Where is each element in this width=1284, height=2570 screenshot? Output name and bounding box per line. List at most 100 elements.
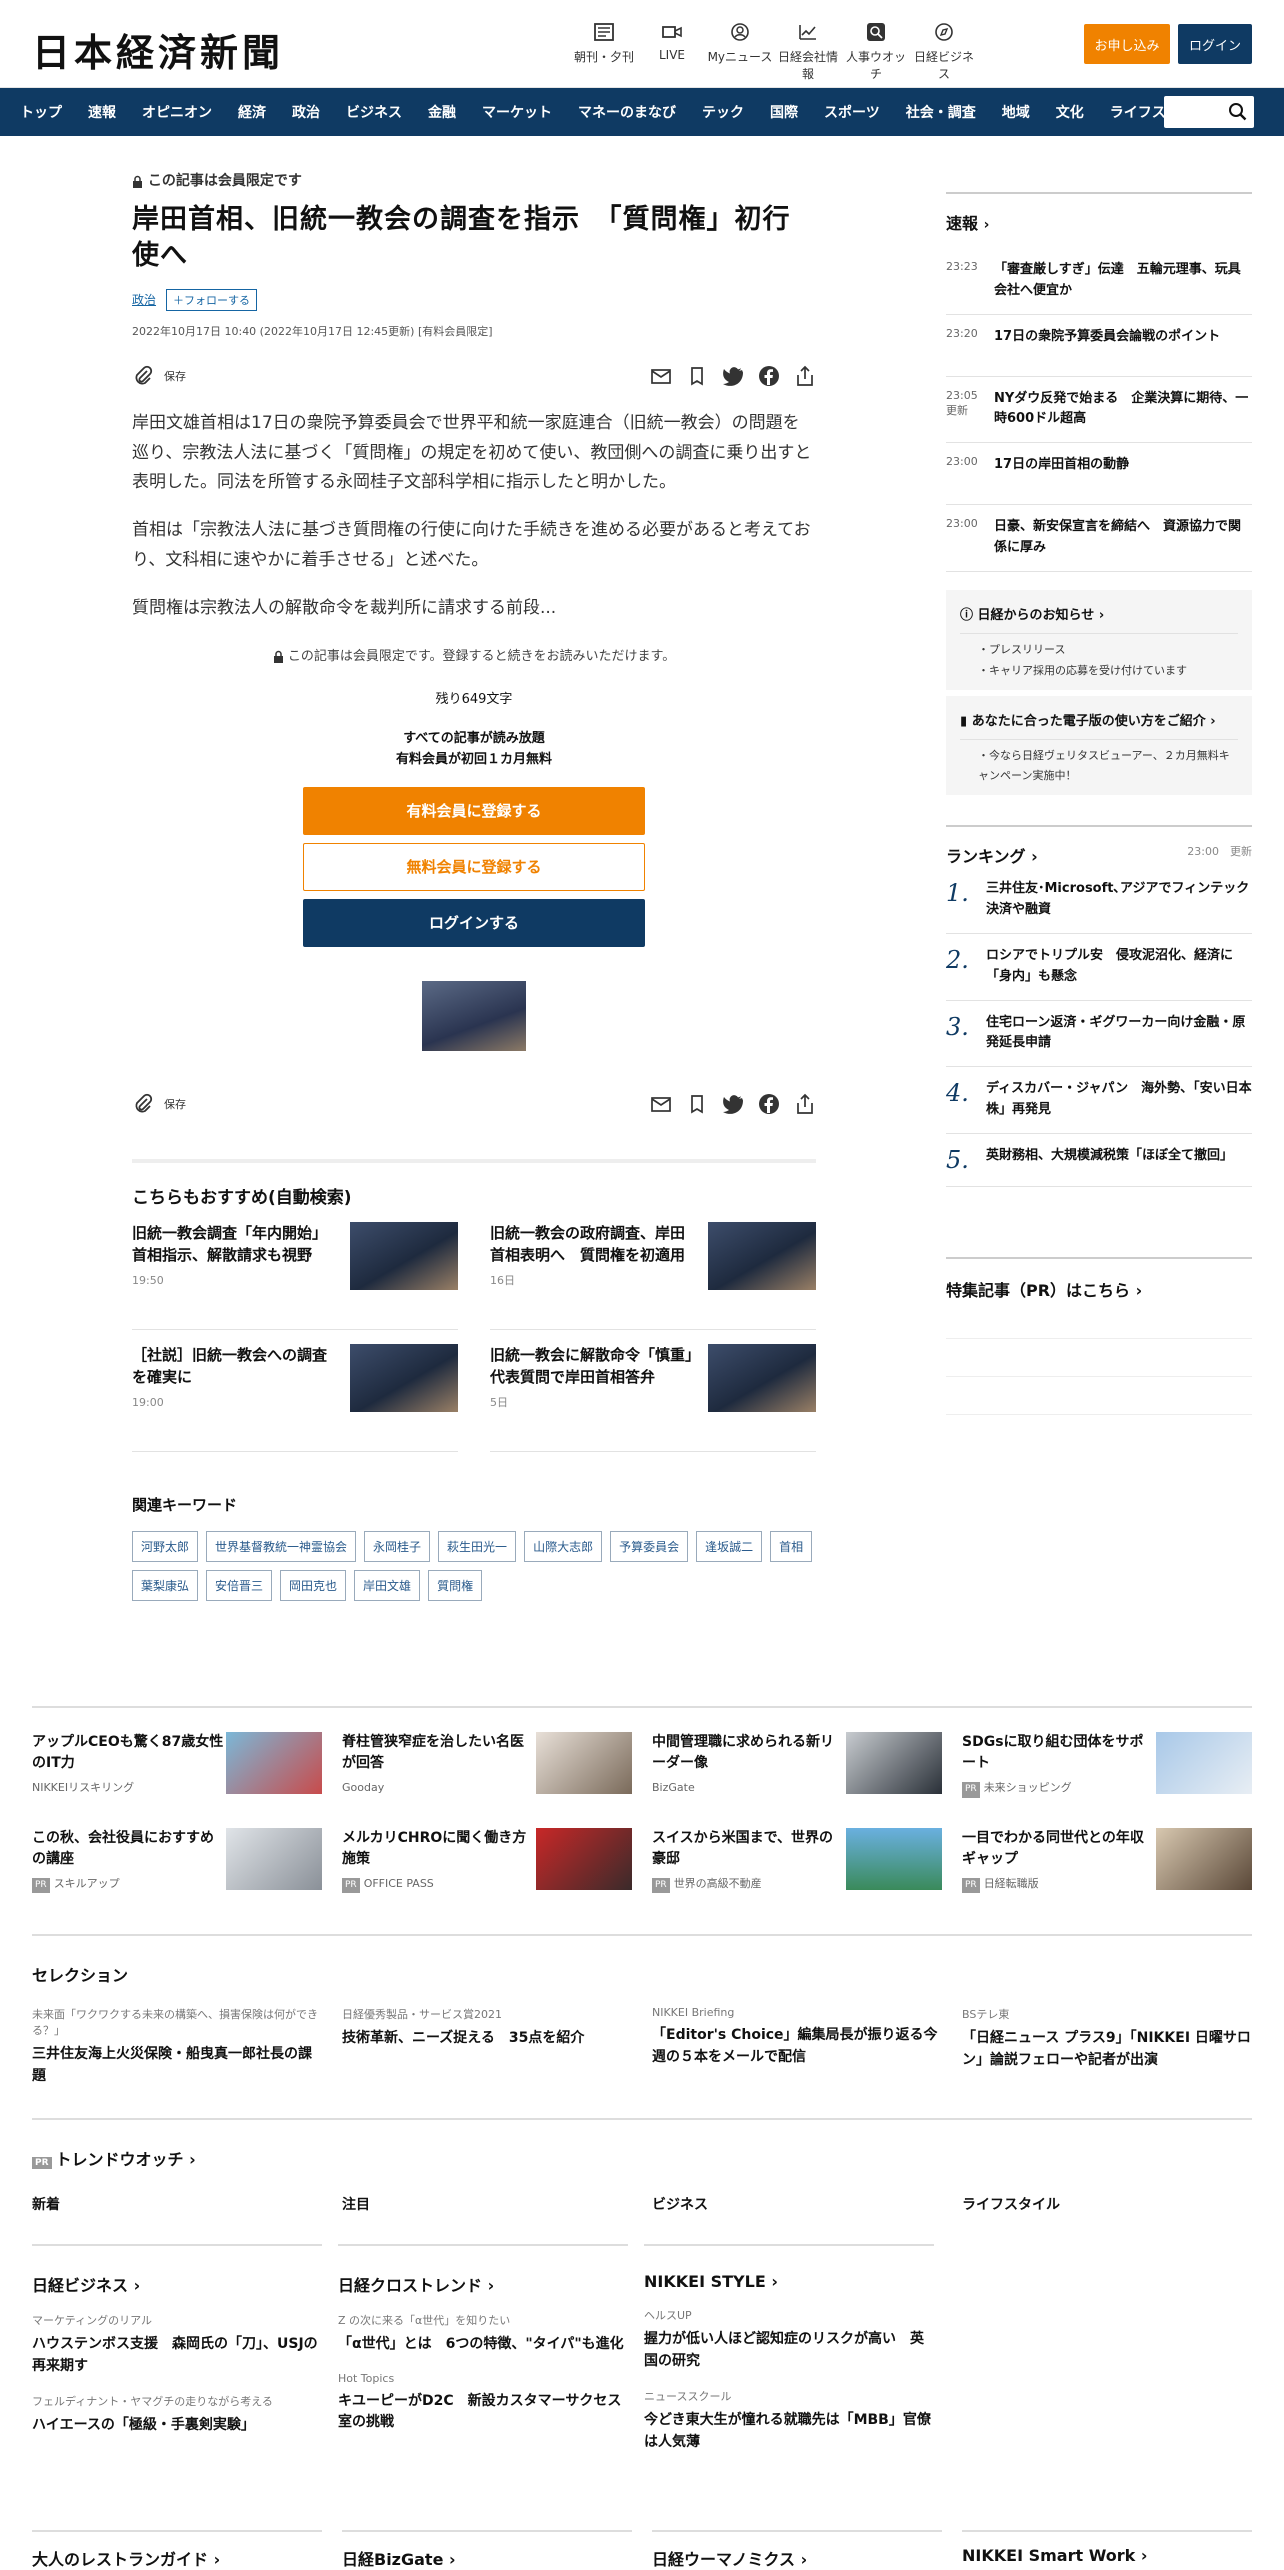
keyword-tag[interactable]: 山際大志郎 xyxy=(524,1530,603,1562)
media-item[interactable]: フェルディナント・ヤマグチの走りながら考える ハイエースの「極級・手裏剣実験」 xyxy=(32,2393,322,2437)
info-link[interactable]: キャリア採用の応募を受け付けています xyxy=(978,661,1238,682)
media-heading[interactable]: 日経クロストレンド › xyxy=(338,2272,628,2296)
trend-col[interactable]: 注目 xyxy=(342,2194,632,2214)
media-heading[interactable]: NIKKEI STYLE › xyxy=(644,2272,934,2291)
guide-link[interactable]: 今なら日経ヴェリタスビューアー、２カ月無料キャンペーン実施中！ xyxy=(978,746,1238,788)
bottom-link[interactable]: 日経ウーマノミクス › xyxy=(652,2530,942,2570)
media-item[interactable]: マーケティングのリアル ハウステンボス支援 森岡氏の「刀」、USJの再来期す xyxy=(32,2312,322,2377)
facebook-icon[interactable] xyxy=(758,1093,780,1115)
search-icon[interactable] xyxy=(1228,102,1248,122)
ad-item[interactable]: メルカリCHROに聞く働き方施策 PR OFFICE PASS xyxy=(342,1827,632,1893)
guide-heading[interactable]: ▮ あなたに合った電子版の使い方をご紹介 › xyxy=(960,710,1238,729)
pr-heading[interactable]: 特集記事（PR）はこちら › xyxy=(946,1256,1252,1301)
ad-item[interactable]: 一目でわかる同世代との年収ギャップ PR 日経転職版 xyxy=(962,1827,1252,1893)
recommend-item[interactable]: 旧統一教会の政府調査、岸田首相表明へ 質問権を初適用 16日 xyxy=(490,1221,816,1330)
article-login-button[interactable]: ログインする xyxy=(303,898,645,947)
breaking-item[interactable]: 23:00 日豪、新安保宣言を締結へ 資源協力で関係に厚み xyxy=(946,505,1252,572)
share-icon[interactable] xyxy=(794,1093,816,1115)
keyword-tag[interactable]: 葉梨康弘 xyxy=(132,1569,199,1601)
keyword-tag[interactable]: 萩生田光一 xyxy=(438,1530,517,1562)
free-register-button[interactable]: 無料会員に登録する xyxy=(303,842,645,891)
nav-item[interactable]: 国際 xyxy=(770,102,798,122)
recommend-item[interactable]: ［社説］旧統一教会への調査を確実に 19:00 xyxy=(132,1343,458,1452)
keyword-tag[interactable]: 岡田克也 xyxy=(280,1569,347,1601)
trend-heading[interactable]: PR トレンドウオッチ › xyxy=(32,2146,1252,2170)
mail-icon[interactable] xyxy=(650,365,672,387)
paid-register-button[interactable]: 有料会員に登録する xyxy=(303,786,645,835)
bottom-link[interactable]: NIKKEI Smart Work › xyxy=(962,2530,1252,2570)
info-heading[interactable]: ⓘ 日経からのお知らせ › xyxy=(960,604,1238,623)
share-icon[interactable] xyxy=(794,365,816,387)
memo-icon[interactable] xyxy=(686,1093,708,1115)
header-link-jinji[interactable]: 人事ウオッチ xyxy=(842,22,910,82)
header-link-company[interactable]: 日経会社情報 xyxy=(774,22,842,82)
twitter-icon[interactable] xyxy=(722,365,744,387)
nav-item[interactable]: オピニオン xyxy=(142,102,212,122)
selection-item[interactable]: NIKKEI Briefing 「Editor's Choice」編集局長が振り返… xyxy=(652,2006,942,2087)
breaking-item[interactable]: 23:20 17日の衆院予算委員会論戦のポイント xyxy=(946,315,1252,377)
trend-col[interactable]: 新着 xyxy=(32,2194,322,2214)
ad-item[interactable]: SDGsに取り組む団体をサポート PR 未来ショッピング xyxy=(962,1732,1252,1798)
ranking-item[interactable]: 1. 三井住友･Microsoft､アジアでフィンテック決済や融資 xyxy=(946,867,1252,934)
media-item[interactable]: Z の次に来る「α世代」を知りたい 「α世代」とは 6つの特徴、"タイパ"も進化 xyxy=(338,2312,628,2356)
paperclip-icon[interactable] xyxy=(132,1093,154,1115)
media-item[interactable]: ヘルスUP 握力が低い人ほど認知症のリスクが高い 英国の研究 xyxy=(644,2307,934,2372)
recommend-item[interactable]: 旧統一教会調査「年内開始」 首相指示、解散請求も視野 19:50 xyxy=(132,1221,458,1330)
keyword-tag[interactable]: 逢坂誠二 xyxy=(696,1530,763,1562)
subscribe-button[interactable]: お申し込み xyxy=(1084,24,1170,64)
bottom-link[interactable]: 日経BizGate › xyxy=(342,2530,632,2570)
ad-item[interactable]: 脊柱管狭窄症を治したい名医が回答 Gooday xyxy=(342,1732,632,1798)
nav-item[interactable]: 経済 xyxy=(238,102,266,122)
nav-item[interactable]: 社会・調査 xyxy=(906,102,976,122)
paperclip-icon[interactable] xyxy=(132,365,154,387)
topic-tag[interactable]: 政治 xyxy=(132,293,156,307)
ad-item[interactable]: この秋、会社役員におすすめの講座 PR スキルアップ xyxy=(32,1827,322,1893)
breaking-heading[interactable]: 速報 › xyxy=(946,192,1252,234)
mail-icon[interactable] xyxy=(650,1093,672,1115)
media-item[interactable]: ニューススクール 今どき東大生が憧れる就職先は「MBB」官僚は人気薄 xyxy=(644,2388,934,2453)
ranking-item[interactable]: 2. ロシアでトリプル安 侵攻泥沼化、経済に「身内」も懸念 xyxy=(946,934,1252,1001)
ranking-heading[interactable]: ランキング › xyxy=(946,843,1038,867)
save-label[interactable]: 保存 xyxy=(164,1096,186,1112)
breaking-item[interactable]: 23:05 更新 NYダウ反発で始まる 企業決算に期待、一時600ドル超高 xyxy=(946,377,1252,444)
keyword-tag[interactable]: 世界基督教統一神霊協会 xyxy=(206,1530,357,1562)
nav-item[interactable]: 政治 xyxy=(292,102,320,122)
trend-col[interactable]: ライフスタイル xyxy=(962,2194,1252,2214)
nav-item[interactable]: マーケット xyxy=(482,102,552,122)
media-heading[interactable]: 日経ビジネス › xyxy=(32,2272,322,2296)
ad-item[interactable]: 中間管理職に求められる新リーダー像 BizGate xyxy=(652,1732,942,1798)
save-label[interactable]: 保存 xyxy=(164,368,186,384)
nav-item[interactable]: スポーツ xyxy=(824,102,880,122)
keyword-tag[interactable]: 首相 xyxy=(770,1530,813,1562)
nav-item[interactable]: 地域 xyxy=(1002,102,1030,122)
keyword-tag[interactable]: 質問権 xyxy=(428,1569,483,1601)
header-link-paper[interactable]: 朝刊・夕刊 xyxy=(570,22,638,82)
facebook-icon[interactable] xyxy=(758,365,780,387)
site-logo[interactable]: 日本経済新聞 xyxy=(32,22,284,77)
breaking-item[interactable]: 23:23 「審査厳しすぎ」伝達 五輪元理事、玩具会社へ便宜か xyxy=(946,248,1252,315)
keyword-tag[interactable]: 岸田文雄 xyxy=(354,1569,421,1601)
ad-item[interactable]: スイスから米国まで、世界の豪邸 PR 世界の高級不動産 xyxy=(652,1827,942,1893)
recommend-item[interactable]: 旧統一教会に解散命令「慎重」 代表質問で岸田首相答弁 5日 xyxy=(490,1343,816,1452)
media-item[interactable]: Hot Topics キユーピーがD2C 新設カスタマーサクセス室の挑戦 xyxy=(338,2372,628,2434)
keyword-tag[interactable]: 予算委員会 xyxy=(610,1530,689,1562)
memo-icon[interactable] xyxy=(686,365,708,387)
trend-col[interactable]: ビジネス xyxy=(652,2194,942,2214)
ranking-item[interactable]: 4. ディスカバー・ジャパン 海外勢、「安い日本株」再発見 xyxy=(946,1067,1252,1134)
ranking-item[interactable]: 3. 住宅ローン返済・ギグワーカー向け金融・原発延長申請 xyxy=(946,1001,1252,1068)
article-photo[interactable] xyxy=(422,980,526,1051)
nav-item[interactable]: マネーのまなび xyxy=(578,102,676,122)
search-input[interactable]: 記事・科 xyxy=(1164,96,1254,128)
nav-item[interactable]: トップ xyxy=(20,102,62,122)
keyword-tag[interactable]: 永岡桂子 xyxy=(364,1530,431,1562)
selection-item[interactable]: BSテレ東 「日経ニュース プラス9」「NIKKEI 日曜サロン」論説フェローや記… xyxy=(962,2006,1252,2087)
breaking-item[interactable]: 23:00 17日の岸田首相の動静 xyxy=(946,443,1252,506)
info-link[interactable]: プレスリリース xyxy=(978,640,1238,661)
nav-item[interactable]: 金融 xyxy=(428,102,456,122)
login-button[interactable]: ログイン xyxy=(1178,24,1252,64)
header-link-business[interactable]: 日経ビジネス xyxy=(910,22,978,82)
header-link-live[interactable]: LIVE xyxy=(638,22,706,82)
selection-item[interactable]: 日経優秀製品・サービス賞2021 技術革新、ニーズ捉える 35点を紹介 xyxy=(342,2006,632,2087)
keyword-tag[interactable]: 河野太郎 xyxy=(132,1530,199,1562)
header-link-mynews[interactable]: Myニュース xyxy=(706,22,774,82)
